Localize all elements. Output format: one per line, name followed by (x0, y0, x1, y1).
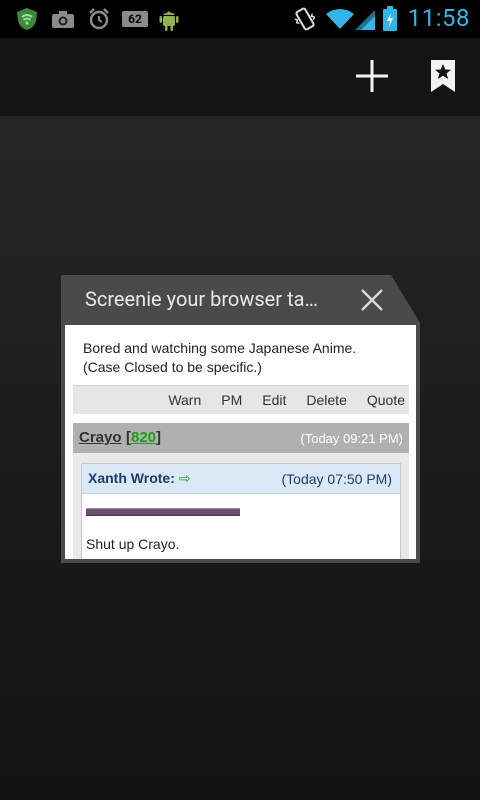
post-author: Crayo [820] (79, 429, 161, 447)
post-text: Bored and watching some Japanese Anime. … (83, 339, 403, 377)
vibrate-icon (292, 6, 318, 32)
post-actions: Warn PM Edit Delete Quote (73, 385, 409, 414)
battery-badge-icon: 62 (121, 6, 149, 32)
new-tab-button[interactable] (350, 54, 394, 98)
bookmarks-button[interactable] (421, 54, 465, 98)
tab-thumbnail[interactable]: Bored and watching some Japanese Anime. … (61, 323, 420, 563)
action-bar (0, 38, 480, 116)
thumbnail-page: Bored and watching some Japanese Anime. … (65, 325, 416, 559)
post-text-line1: Bored and watching some Japanese Anime. (83, 340, 357, 356)
action-pm: PM (221, 392, 243, 408)
tab-header[interactable]: Screenie your browser ta… (61, 275, 420, 327)
shield-icon (14, 6, 40, 32)
close-icon (361, 289, 383, 311)
action-delete: Delete (306, 392, 347, 408)
post-text-line2: (Case Closed to be specific.) (83, 359, 262, 375)
quote-author-wrap: Xanth Wrote: ⇨ (88, 470, 191, 488)
tab-card[interactable]: Screenie your browser ta… Bored and watc… (61, 275, 420, 563)
post-time: (Today 09:21 PM) (300, 430, 403, 446)
quote-box: Xanth Wrote: ⇨ (Today 07:50 PM) Shut up C… (81, 463, 401, 559)
status-clock: 11:58 (407, 4, 470, 32)
status-bar: 62 11:58 (0, 0, 480, 38)
tab-title: Screenie your browser ta… (85, 287, 318, 311)
quote-time: (Today 07:50 PM) (281, 470, 393, 487)
quote-arrow-icon: ⇨ (178, 469, 191, 486)
quote-image-strip (86, 508, 240, 516)
quote-header: Xanth Wrote: ⇨ (Today 07:50 PM) (82, 464, 400, 494)
alarm-icon (86, 6, 112, 32)
tab-close-button[interactable] (357, 285, 387, 315)
quote-author: Xanth Wrote: (88, 469, 175, 486)
action-warn: Warn (168, 392, 202, 408)
battery-badge-label: 62 (122, 11, 148, 27)
bookmark-star-icon (431, 60, 455, 92)
plus-icon (356, 60, 388, 92)
post-header: Crayo [820] (Today 09:21 PM) (73, 423, 409, 453)
battery-icon (380, 6, 400, 32)
action-edit: Edit (262, 392, 287, 408)
rep-value: 820 (130, 429, 157, 446)
android-debug-icon (156, 6, 182, 32)
post-body: Xanth Wrote: ⇨ (Today 07:50 PM) Shut up C… (73, 453, 409, 559)
quote-text: Shut up Crayo. (86, 536, 180, 552)
signal-icon (352, 6, 378, 32)
action-quote: Quote (366, 392, 405, 408)
camera-icon (50, 6, 76, 32)
post-reputation: [820] (126, 429, 161, 446)
rep-close: ] (156, 429, 162, 446)
post-username: Crayo (79, 429, 122, 446)
